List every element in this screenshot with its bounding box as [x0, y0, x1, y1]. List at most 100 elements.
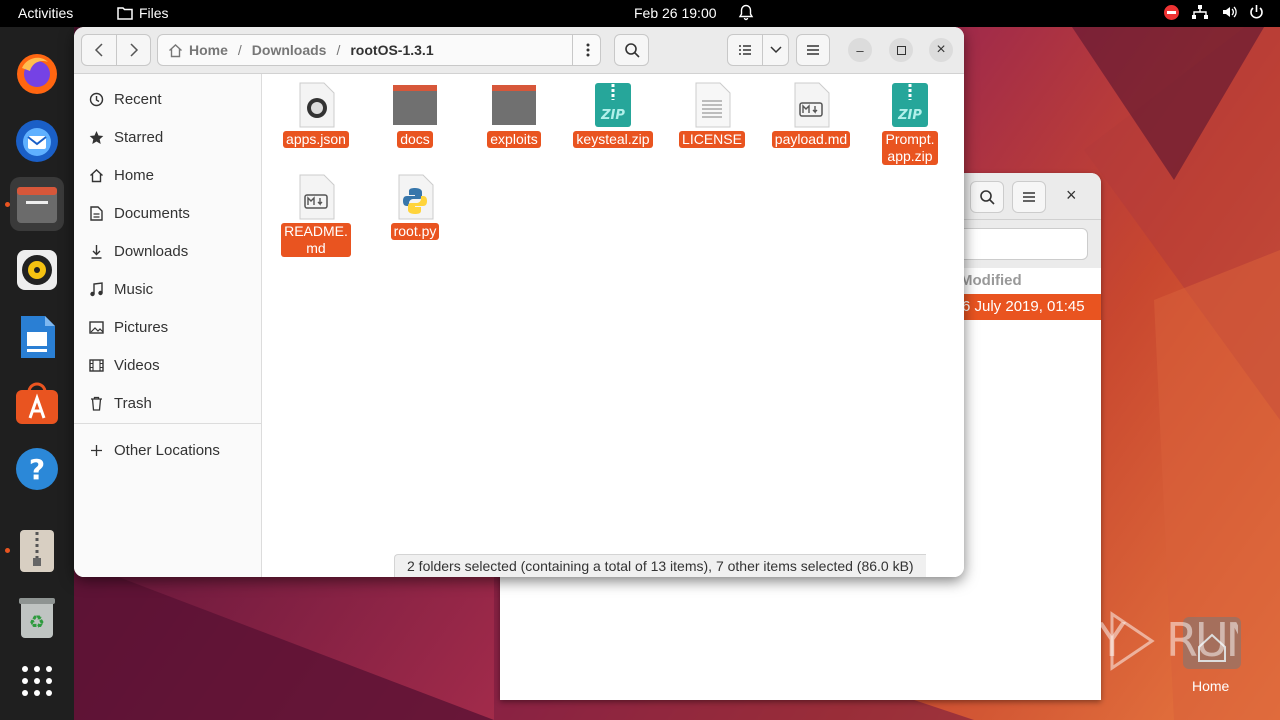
app-menu[interactable]: Files	[117, 5, 169, 21]
status-bar: 2 folders selected (containing a total o…	[394, 554, 926, 577]
breadcrumb-home[interactable]: Home	[189, 42, 228, 58]
file-name: keysteal.zip	[573, 131, 653, 148]
sidebar: Recent Starred Home Documents Downloads …	[74, 74, 262, 577]
activities-button[interactable]: Activities	[18, 5, 73, 21]
markdown-file-icon	[299, 174, 335, 220]
app-center-icon[interactable]	[10, 376, 64, 430]
sidebar-item-documents[interactable]: Documents	[88, 201, 190, 225]
files-icon[interactable]	[10, 177, 64, 231]
network-icon	[1192, 5, 1208, 19]
sidebar-item-label: Trash	[114, 394, 152, 412]
modified-cell: 6 July 2019, 01:45	[962, 298, 1085, 315]
running-indicator	[5, 202, 10, 207]
sidebar-item-starred[interactable]: Starred	[88, 125, 163, 149]
file-item[interactable]: ZIP keysteal.zip	[568, 81, 658, 148]
view-options-button[interactable]	[762, 34, 789, 66]
file-item[interactable]: LICENSE	[667, 81, 757, 148]
search-icon	[980, 190, 995, 205]
zip-file-icon: ZIP	[595, 83, 631, 127]
folder-icon	[393, 85, 437, 125]
markdown-file-icon	[794, 82, 830, 128]
home-icon	[88, 168, 104, 183]
close-button[interactable]: ×	[929, 38, 953, 62]
svg-text:ZIP: ZIP	[600, 108, 625, 123]
sidebar-item-label: Starred	[114, 128, 164, 146]
svg-text:?: ?	[29, 453, 45, 486]
sidebar-item-pictures[interactable]: Pictures	[88, 315, 168, 339]
column-header-modified[interactable]: Modified	[960, 272, 1022, 289]
file-name: LICENSE	[679, 131, 745, 148]
folder-item[interactable]: exploits	[469, 81, 559, 148]
sidebar-item-music[interactable]: Music	[88, 277, 153, 301]
sidebar-item-videos[interactable]: Videos	[88, 353, 160, 377]
show-apps-icon[interactable]	[10, 654, 64, 708]
video-icon	[88, 358, 104, 372]
files-window: Home / Downloads / rootOS-1.3.1 – × Rece…	[74, 27, 964, 577]
sidebar-item-label: Recent	[114, 90, 162, 108]
sidebar-item-label: Documents	[114, 204, 190, 222]
bell-icon[interactable]	[738, 4, 754, 24]
file-name: README. md	[281, 223, 351, 257]
sidebar-item-trash[interactable]: Trash	[88, 391, 152, 415]
sidebar-item-recent[interactable]: Recent	[88, 87, 162, 111]
breadcrumb-downloads[interactable]: Downloads	[252, 42, 327, 58]
firefox-icon[interactable]	[10, 46, 64, 100]
breadcrumb[interactable]: Home / Downloads / rootOS-1.3.1	[157, 34, 601, 66]
file-item[interactable]: apps.json	[271, 81, 361, 148]
folder-icon	[117, 7, 133, 20]
folder-icon	[492, 85, 536, 125]
file-name: apps.json	[283, 131, 349, 148]
file-item[interactable]: ZIP Prompt. app.zip	[865, 81, 955, 165]
power-icon	[1250, 5, 1263, 19]
archive-manager-icon[interactable]	[10, 524, 64, 578]
close-icon[interactable]: ×	[1066, 185, 1077, 206]
plus-icon	[88, 444, 104, 457]
sidebar-item-label: Other Locations	[114, 441, 220, 459]
maximize-button[interactable]	[889, 38, 913, 62]
clock-icon	[88, 92, 104, 107]
sidebar-item-label: Pictures	[114, 318, 169, 336]
file-item[interactable]: root.py	[370, 173, 460, 240]
libreoffice-writer-icon[interactable]	[10, 310, 64, 364]
system-tray[interactable]	[1164, 4, 1264, 20]
search-button[interactable]	[614, 34, 649, 66]
download-icon	[88, 244, 104, 259]
maximize-icon	[896, 45, 906, 55]
hamburger-icon	[1023, 192, 1035, 202]
trash-icon[interactable]: ♻	[10, 590, 64, 644]
chevron-down-icon	[769, 46, 782, 54]
file-grid: apps.json docs exploits ZIP keysteal.zip…	[263, 74, 964, 577]
music-icon	[88, 281, 104, 297]
trash-icon	[88, 396, 104, 411]
help-icon[interactable]: ?	[10, 442, 64, 496]
thunderbird-icon[interactable]	[10, 113, 64, 167]
watermark-text-any: ANY	[1038, 613, 1127, 667]
top-bar: Activities Files Feb 26 19:00	[0, 0, 1280, 27]
file-item[interactable]: README. md	[271, 173, 361, 257]
sidebar-item-downloads[interactable]: Downloads	[88, 239, 188, 263]
sidebar-item-home[interactable]: Home	[88, 163, 154, 187]
folder-item[interactable]: docs	[370, 81, 460, 148]
file-name: Prompt. app.zip	[882, 131, 938, 165]
clock[interactable]: Feb 26 19:00	[634, 5, 717, 21]
view-toggle-button[interactable]	[727, 34, 763, 66]
path-menu-button[interactable]	[572, 35, 602, 65]
file-name: payload.md	[771, 131, 851, 148]
forward-button[interactable]	[116, 34, 151, 66]
sidebar-item-label: Downloads	[114, 242, 189, 260]
breadcrumb-current[interactable]: rootOS-1.3.1	[350, 42, 433, 58]
svg-text:ZIP: ZIP	[897, 108, 922, 123]
back-button[interactable]	[81, 34, 117, 66]
menu-button[interactable]	[1012, 181, 1046, 213]
running-indicator	[5, 548, 10, 553]
rhythmbox-icon[interactable]	[10, 243, 64, 297]
sidebar-item-label: Home	[114, 166, 155, 184]
file-item[interactable]: payload.md	[766, 81, 856, 148]
file-name: docs	[397, 131, 433, 148]
sidebar-item-other-locations[interactable]: Other Locations	[88, 438, 220, 462]
sidebar-item-label: Videos	[114, 356, 160, 374]
home-icon	[169, 43, 182, 57]
minimize-button[interactable]: –	[848, 38, 872, 62]
main-menu-button[interactable]	[796, 34, 830, 66]
search-button[interactable]	[970, 181, 1004, 213]
